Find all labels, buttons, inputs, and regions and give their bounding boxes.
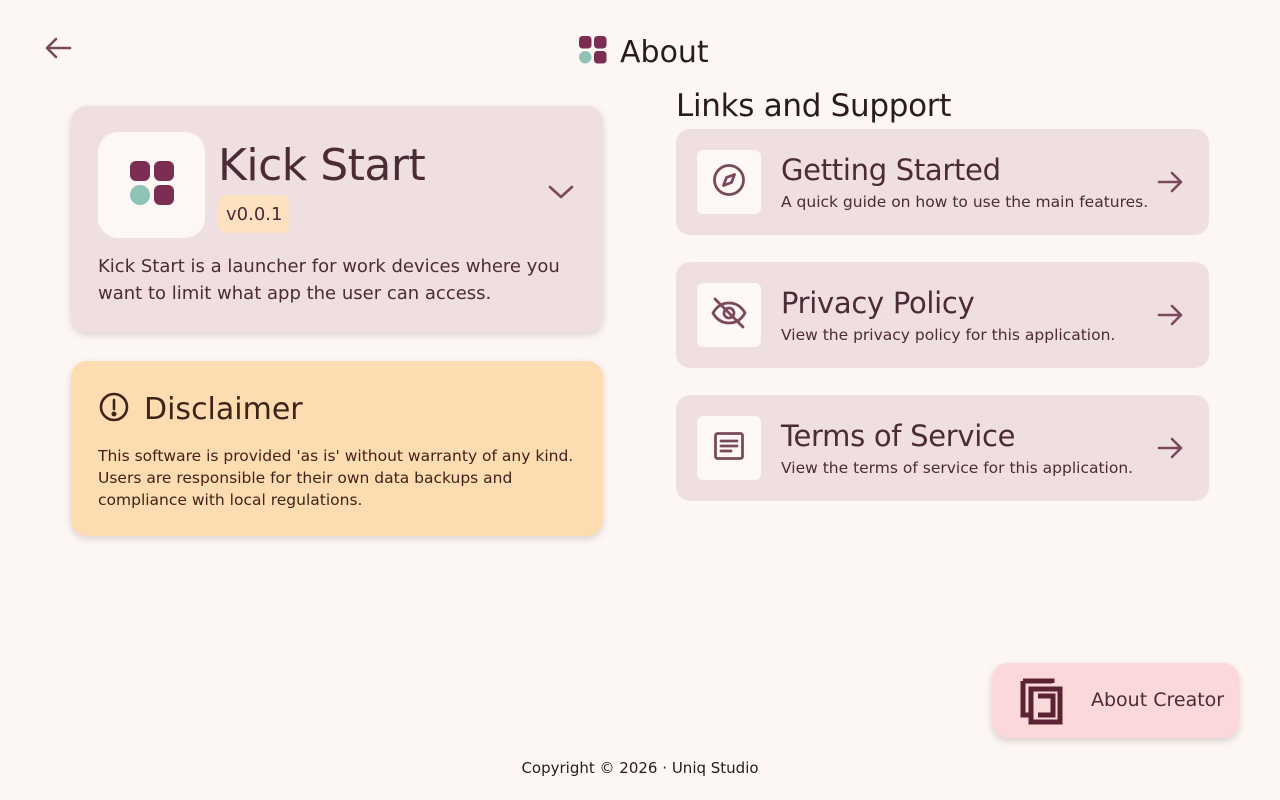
arrow-right-icon xyxy=(1154,432,1186,464)
link-icon-tile xyxy=(697,150,761,214)
link-icon-tile xyxy=(697,283,761,347)
copyright-footer: Copyright © 2026 · Uniq Studio xyxy=(0,759,1280,777)
link-title: Getting Started xyxy=(781,153,1001,187)
app-logo-icon xyxy=(578,35,608,69)
version-badge: v0.0.1 xyxy=(218,195,291,233)
expand-button[interactable] xyxy=(541,174,581,214)
page-header: About xyxy=(578,32,709,72)
arrow-right-icon xyxy=(1154,299,1186,331)
about-creator-button[interactable]: About Creator xyxy=(992,663,1239,738)
link-subtitle: A quick guide on how to use the main fea… xyxy=(781,193,1149,211)
link-subtitle: View the privacy policy for this applica… xyxy=(781,326,1116,344)
copyright-year: 2026 xyxy=(619,759,658,777)
copyright-company: Uniq Studio xyxy=(671,759,759,777)
app-icon-tile xyxy=(98,132,205,238)
about-screen: About Kick Start v0.0.1 Kick Start is a xyxy=(0,0,1280,800)
about-creator-label: About Creator xyxy=(1091,689,1225,711)
copyright-separator: · xyxy=(662,759,668,777)
disclaimer-card: Disclaimer This software is provided 'as… xyxy=(71,361,603,536)
arrow-right-icon xyxy=(1154,166,1186,198)
chevron-down-icon xyxy=(547,183,575,205)
app-logo-icon xyxy=(129,160,175,210)
links-section-title: Links and Support xyxy=(676,88,952,124)
link-subtitle: View the terms of service for this appli… xyxy=(781,459,1134,477)
app-name: Kick Start xyxy=(218,140,426,191)
disclaimer-header: Disclaimer xyxy=(98,391,303,427)
alert-circle-icon xyxy=(98,391,130,427)
disclaimer-text: This software is provided 'as is' withou… xyxy=(98,447,574,509)
getting-started-link[interactable]: Getting Started A quick guide on how to … xyxy=(676,129,1209,235)
terms-of-service-link[interactable]: Terms of Service View the terms of servi… xyxy=(676,395,1209,501)
link-title: Privacy Policy xyxy=(781,286,975,320)
arrow-left-icon xyxy=(43,36,73,64)
studio-logo-icon xyxy=(1020,677,1066,729)
copyright-prefix: Copyright © xyxy=(521,759,615,777)
back-button[interactable] xyxy=(36,32,80,68)
disclaimer-title: Disclaimer xyxy=(144,391,303,427)
page-title: About xyxy=(620,34,709,70)
app-description: Kick Start is a launcher for work device… xyxy=(98,256,560,304)
privacy-policy-link[interactable]: Privacy Policy View the privacy policy f… xyxy=(676,262,1209,368)
app-info-card: Kick Start v0.0.1 Kick Start is a launch… xyxy=(71,106,603,332)
link-title: Terms of Service xyxy=(781,419,1016,453)
eye-off-icon xyxy=(710,296,748,334)
compass-icon xyxy=(711,162,747,202)
link-icon-tile xyxy=(697,416,761,480)
article-icon xyxy=(712,429,746,467)
